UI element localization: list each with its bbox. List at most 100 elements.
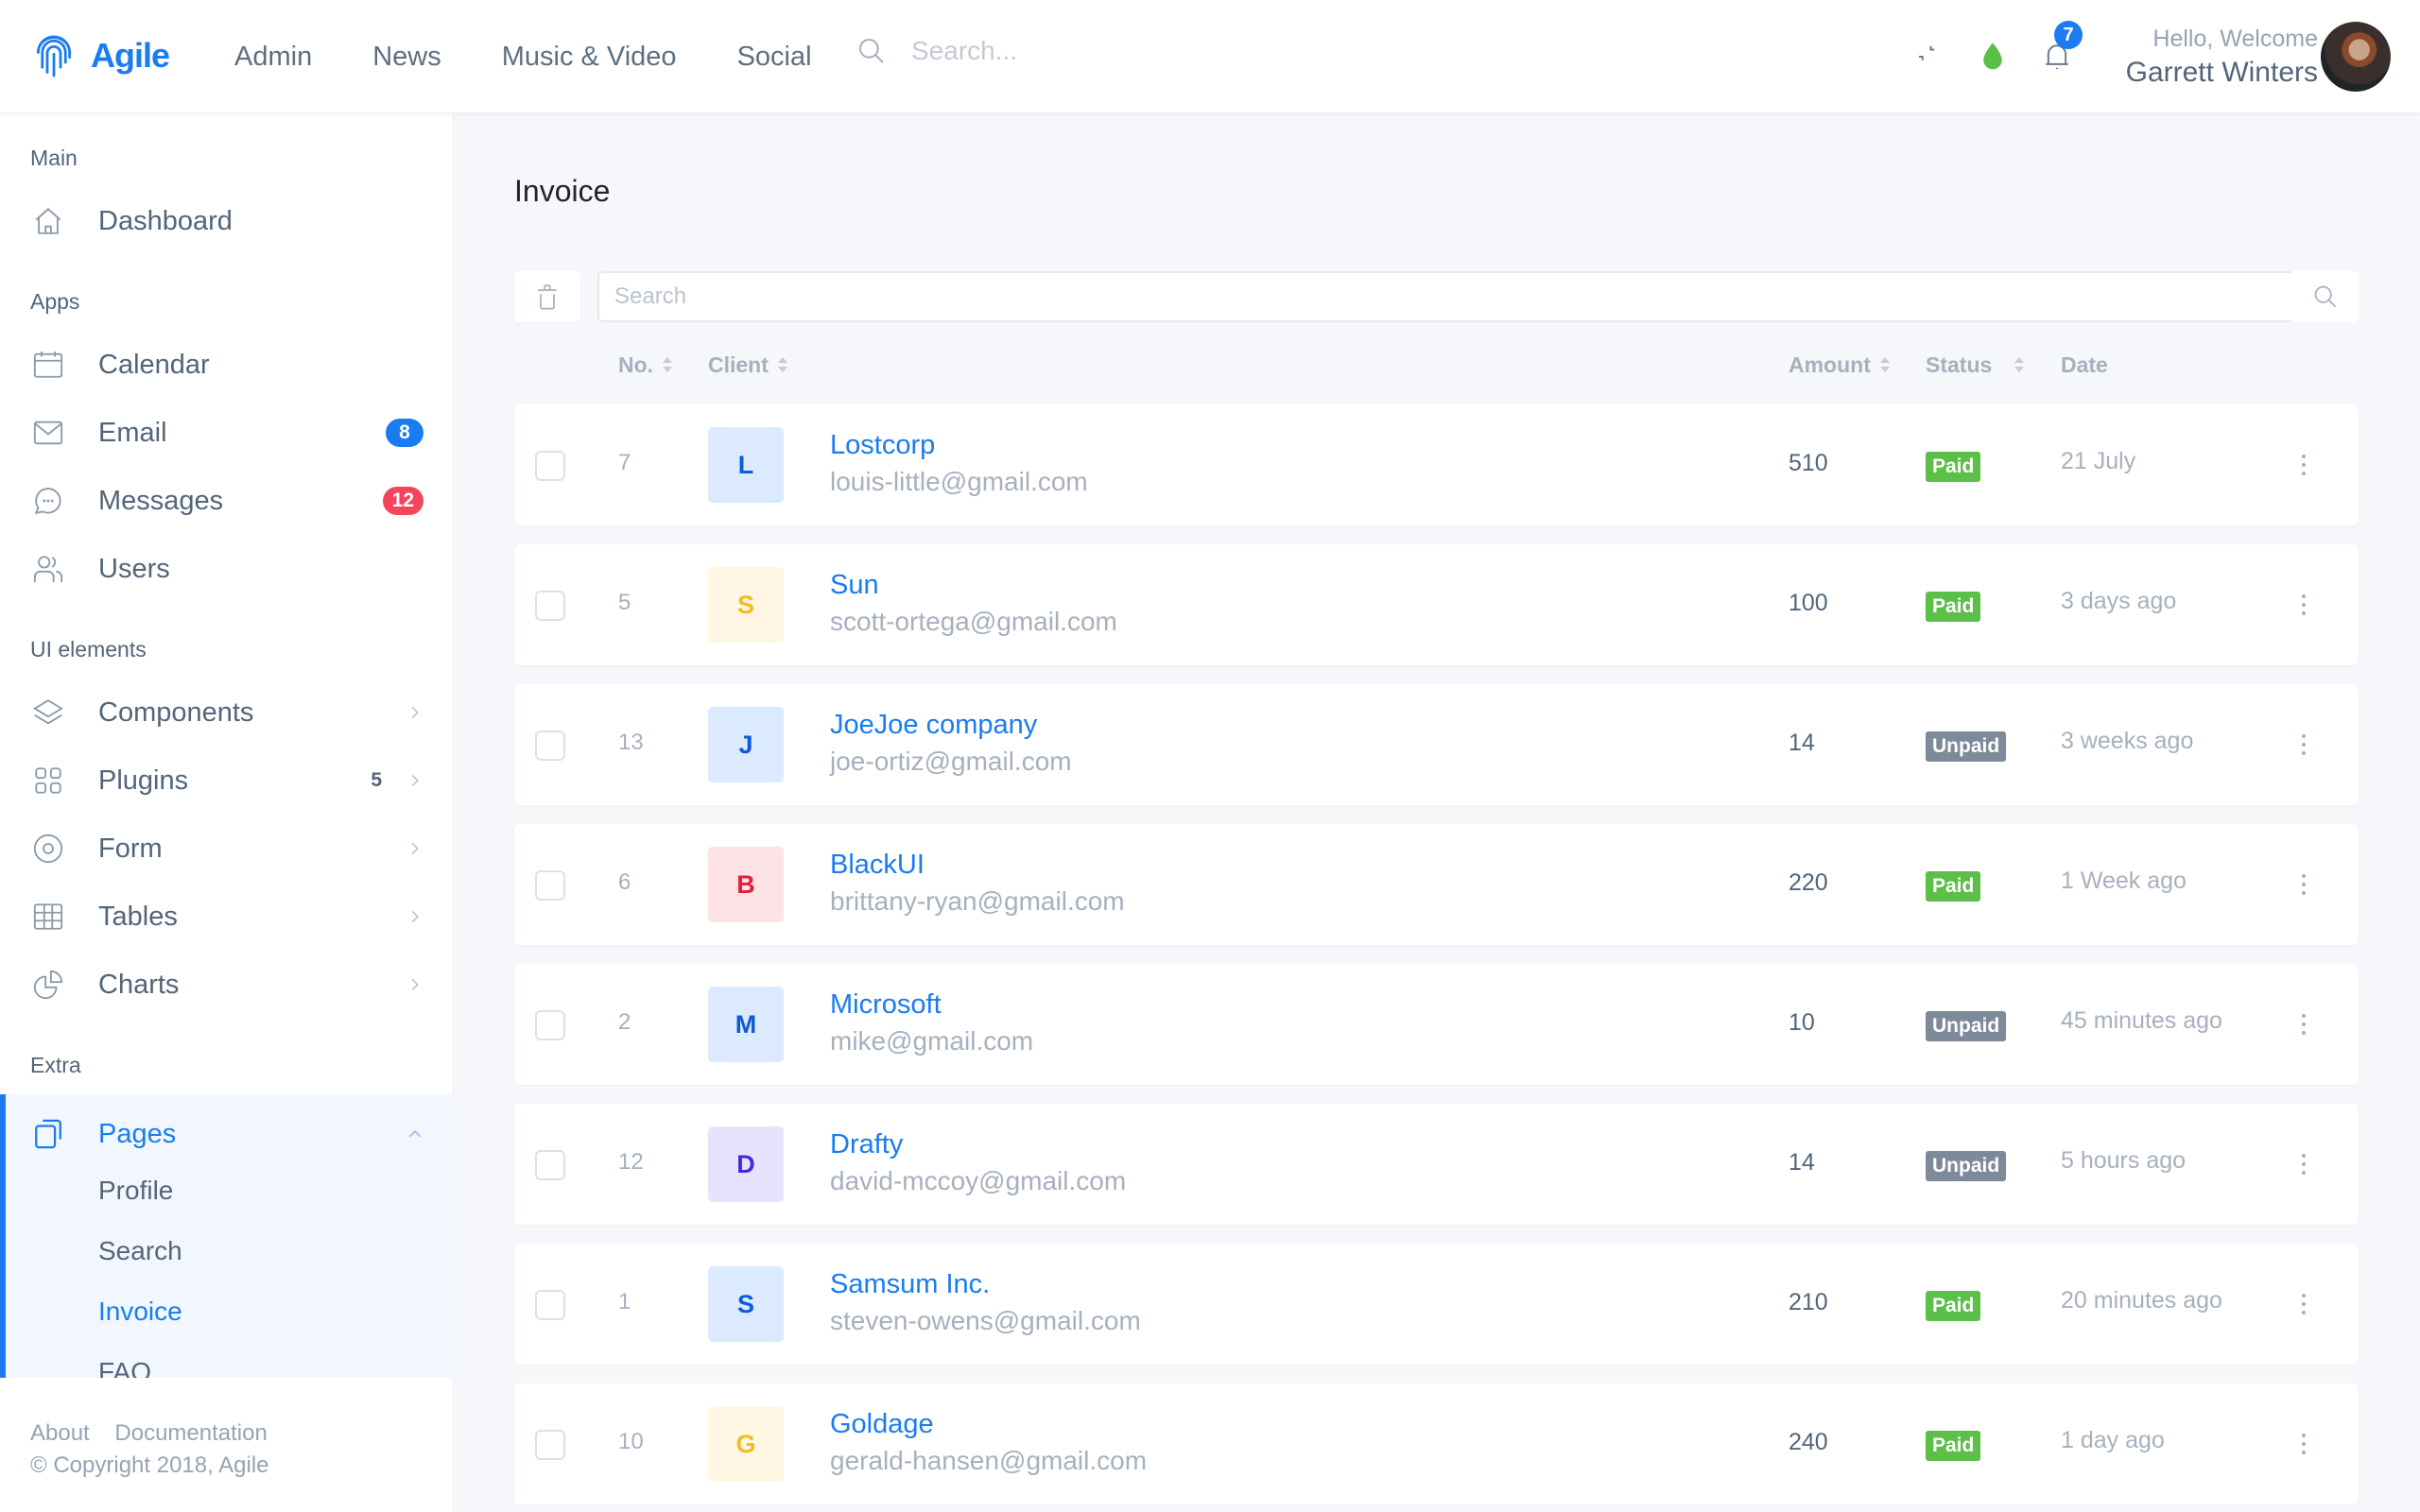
sidebar-item-users[interactable]: Users (0, 541, 454, 597)
column-label: Status (1926, 352, 1993, 377)
search-icon (2314, 285, 2337, 308)
client-name-link[interactable]: Microsoft (830, 987, 942, 1022)
footer-link-documentation[interactable]: Documentation (114, 1420, 267, 1446)
invoice-row[interactable]: 13 J JoeJoe company joe-ortiz@gmail.com 14 Un… (514, 684, 2359, 805)
grid-icon (35, 767, 61, 794)
nav-music-video[interactable]: Music & Video (502, 38, 677, 76)
sidebar-item-label: Charts (98, 969, 180, 1000)
sidebar-subitem-invoice[interactable]: Invoice (98, 1297, 182, 1327)
more-options-icon[interactable] (2296, 586, 2311, 624)
sort-icon (1879, 357, 1890, 372)
copyright-text: © Copyright 2018, Agile (30, 1452, 269, 1478)
sidebar-subitem-faq[interactable]: FAQ (98, 1357, 151, 1378)
layers-icon (33, 699, 63, 725)
chevron-right-icon (411, 774, 419, 787)
invoice-row[interactable]: 12 D Drafty david-mccoy@gmail.com 14 Unpaid 5 … (514, 1104, 2359, 1225)
invoice-date: 5 hours ago (2061, 1147, 2187, 1174)
client-name-link[interactable]: Goldage (830, 1406, 934, 1442)
more-options-icon[interactable] (2296, 726, 2311, 764)
sort-icon (777, 357, 787, 372)
status-badge: Paid (1926, 1431, 1981, 1461)
sidebar-item-label: Components (98, 696, 254, 728)
column-header-client[interactable]: Client (708, 352, 787, 378)
sidebar-item-label: Email (98, 417, 167, 448)
sidebar-item-plugins[interactable]: Plugins 5 (0, 752, 454, 809)
chevron-up-icon (408, 1130, 422, 1138)
sidebar-item-pages[interactable]: Pages (6, 1106, 454, 1162)
brand-logo[interactable]: Agile (34, 34, 170, 77)
sidebar-item-label: Calendar (98, 349, 210, 380)
sidebar-subitem-profile[interactable]: Profile (98, 1176, 173, 1206)
sidebar-item-dashboard[interactable]: Dashboard (0, 193, 454, 249)
client-name-link[interactable]: Lostcorp (830, 427, 935, 463)
invoice-row[interactable]: 1 S Samsum Inc. steven-owens@gmail.com 210 Pa… (514, 1244, 2359, 1365)
more-options-icon[interactable] (2296, 1285, 2311, 1323)
more-options-icon[interactable] (2296, 1425, 2311, 1463)
row-checkbox[interactable] (535, 870, 565, 901)
theme-button[interactable] (1974, 38, 2012, 76)
search-icon[interactable] (856, 36, 887, 66)
row-checkbox[interactable] (535, 1290, 565, 1320)
row-checkbox[interactable] (535, 451, 565, 481)
more-options-icon[interactable] (2296, 1005, 2311, 1043)
user-info[interactable]: Hello, Welcome Garrett Winters (2126, 23, 2318, 91)
fullscreen-button[interactable] (1910, 38, 1947, 76)
sidebar-item-calendar[interactable]: Calendar (0, 336, 454, 393)
column-header-amount[interactable]: Amount (1789, 352, 1890, 378)
status-badge: Unpaid (1926, 1151, 2007, 1181)
invoice-search-input[interactable] (597, 271, 2293, 322)
row-checkbox[interactable] (535, 1010, 565, 1040)
row-checkbox[interactable] (535, 591, 565, 621)
status-badge: Paid (1926, 452, 1981, 482)
invoice-number: 1 (618, 1289, 631, 1314)
nav-social[interactable]: Social (737, 38, 812, 76)
row-checkbox[interactable] (535, 730, 565, 761)
column-label: Client (708, 352, 769, 377)
pages-icon (35, 1119, 61, 1149)
sidebar-item-form[interactable]: Form (0, 820, 454, 877)
sidebar-subitem-search[interactable]: Search (98, 1236, 182, 1266)
more-options-icon[interactable] (2296, 866, 2311, 903)
sidebar-item-messages[interactable]: Messages 12 (0, 472, 454, 529)
footer-link-about[interactable]: About (30, 1420, 90, 1446)
sidebar-item-label: Messages (98, 485, 224, 516)
invoice-amount: 240 (1789, 1429, 1828, 1455)
more-options-icon[interactable] (2296, 1145, 2311, 1183)
sidebar-item-tables[interactable]: Tables (0, 888, 454, 945)
notification-count-badge: 7 (2054, 21, 2083, 49)
invoice-row[interactable]: 2 M Microsoft mike@gmail.com 10 Unpaid 45 minu… (514, 964, 2359, 1085)
sidebar-item-charts[interactable]: Charts (0, 956, 454, 1013)
sidebar-item-email[interactable]: Email 8 (0, 404, 454, 461)
status-badge: Unpaid (1926, 731, 2007, 762)
invoice-row[interactable]: 7 L Lostcorp louis-little@gmail.com 510 Paid 2… (514, 404, 2359, 525)
invoice-date: 20 minutes ago (2061, 1287, 2222, 1314)
invoice-row[interactable]: 5 S Sun scott-ortega@gmail.com 100 Paid 3 days… (514, 544, 2359, 665)
client-name-link[interactable]: BlackUI (830, 847, 925, 883)
header-search (856, 36, 1195, 66)
top-nav: Admin News Music & Video Social (234, 38, 873, 76)
client-name-link[interactable]: Drafty (830, 1126, 903, 1162)
client-email: scott-ortega@gmail.com (830, 607, 1117, 636)
nav-news[interactable]: News (372, 38, 441, 76)
client-name-link[interactable]: Samsum Inc. (830, 1266, 990, 1302)
client-name-link[interactable]: JoeJoe company (830, 707, 1037, 743)
column-header-status[interactable]: Status (1926, 352, 2025, 378)
invoice-number: 7 (618, 450, 631, 475)
row-checkbox[interactable] (535, 1430, 565, 1460)
user-avatar[interactable] (2321, 22, 2391, 92)
more-options-icon[interactable] (2296, 446, 2311, 484)
email-count-badge: 8 (386, 419, 424, 447)
delete-button[interactable] (514, 271, 580, 322)
invoice-row[interactable]: 10 G Goldage gerald-hansen@gmail.com 240 Paid… (514, 1383, 2359, 1504)
nav-admin[interactable]: Admin (234, 38, 312, 76)
sidebar-item-components[interactable]: Components (0, 684, 454, 741)
header-search-input[interactable] (911, 36, 1195, 66)
client-name-link[interactable]: Sun (830, 567, 879, 603)
invoice-date: 45 minutes ago (2061, 1007, 2222, 1034)
search-button[interactable] (2292, 271, 2359, 322)
row-checkbox[interactable] (535, 1150, 565, 1180)
invoice-number: 6 (618, 869, 631, 895)
column-header-no[interactable]: No. (618, 352, 673, 378)
invoice-row[interactable]: 6 B BlackUI brittany-ryan@gmail.com 220 Paid 1… (514, 824, 2359, 945)
section-extra: Extra (30, 1053, 81, 1077)
